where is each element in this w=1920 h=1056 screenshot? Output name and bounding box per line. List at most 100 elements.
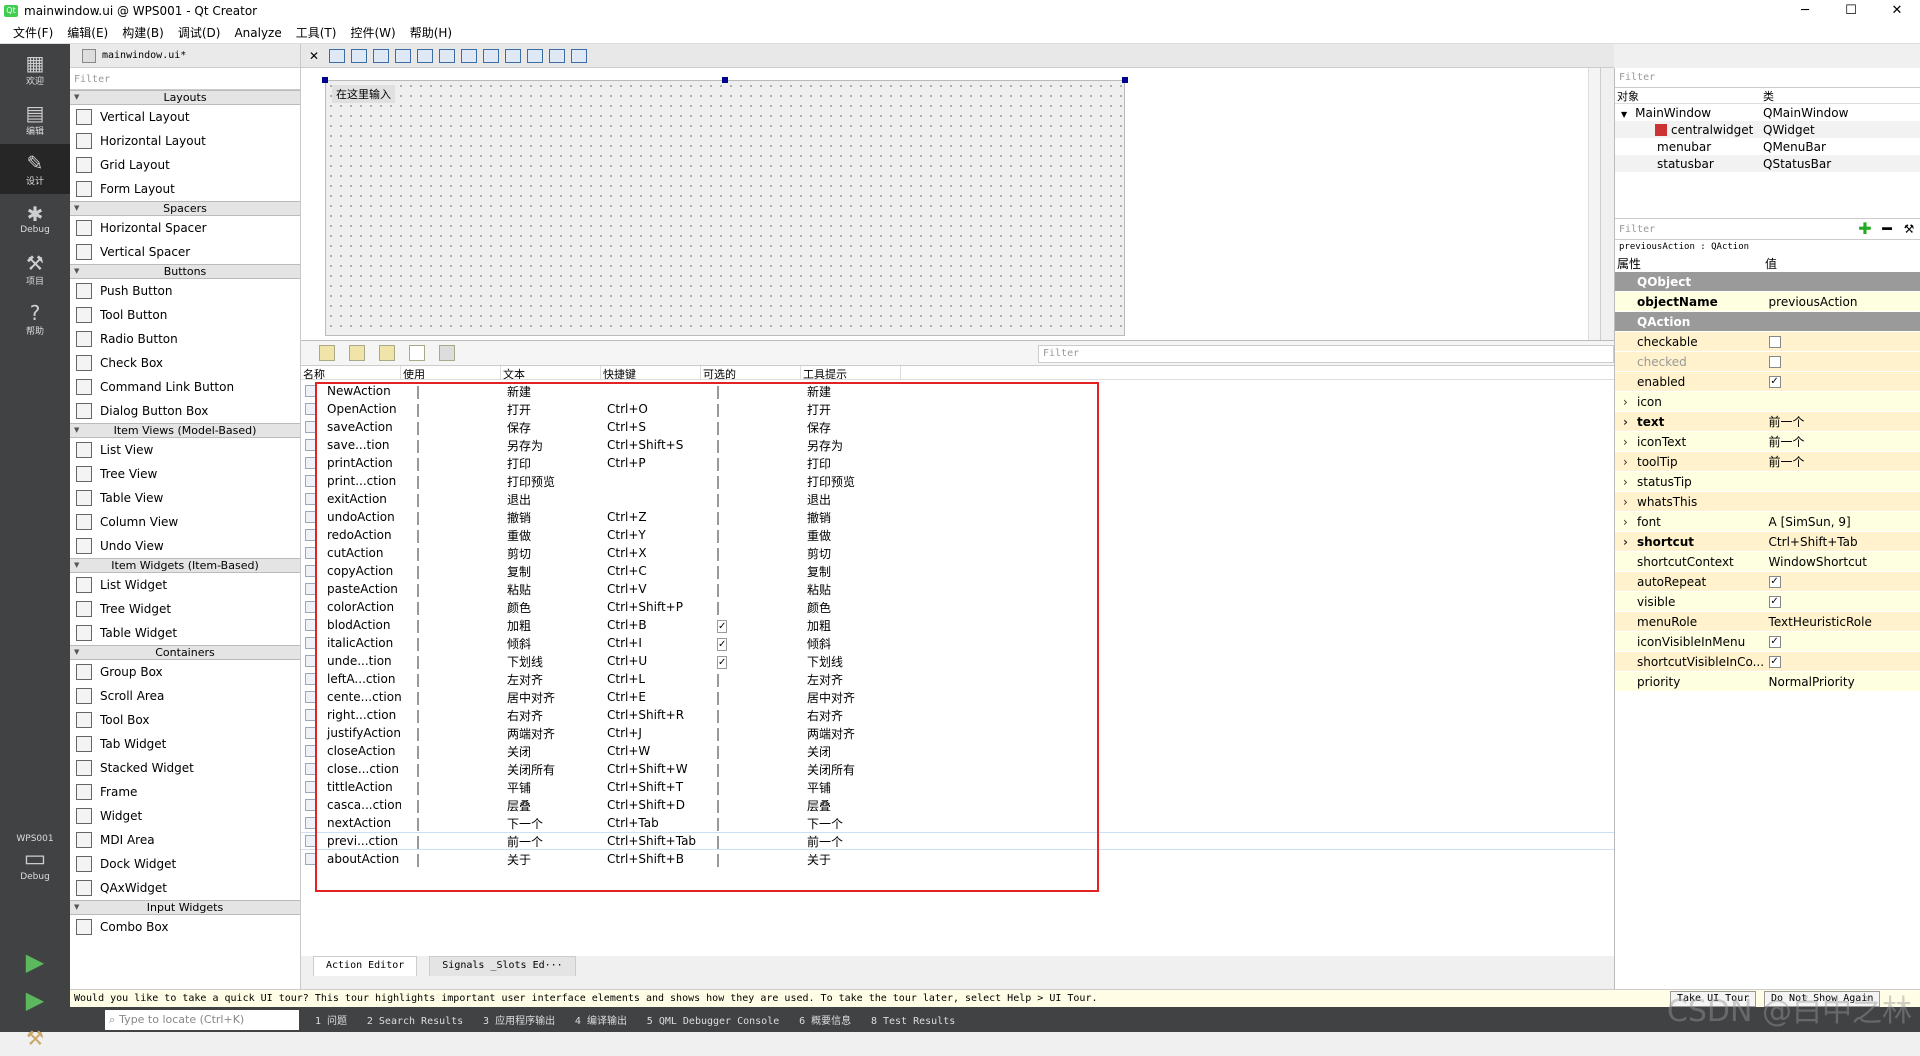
paste-action-icon[interactable] (379, 345, 395, 361)
column-header[interactable]: 文本 (501, 366, 601, 379)
object-row[interactable]: ▼MainWindow QMainWindow (1615, 104, 1920, 121)
property-value[interactable]: A [SimSun, 9] (1765, 515, 1920, 529)
layout-splitter-h-icon[interactable] (461, 49, 477, 63)
column-header[interactable]: 属性 (1615, 255, 1765, 272)
locator-input[interactable]: ⌕ Type to locate (Ctrl+K) (105, 1010, 299, 1030)
widget-item[interactable]: Stacked Widget (70, 756, 300, 780)
property-checkbox[interactable]: ✓ (1769, 576, 1781, 588)
widget-item[interactable]: Vertical Layout (70, 105, 300, 129)
property-row[interactable]: checked (1615, 352, 1920, 372)
edit-widgets-icon[interactable] (329, 49, 345, 63)
widget-category[interactable]: Buttons (70, 264, 300, 279)
collapse-icon[interactable]: ▼ (1621, 110, 1627, 119)
property-row[interactable]: shortcutContextWindowShortcut (1615, 552, 1920, 572)
configure-icon[interactable] (439, 345, 455, 361)
selection-handle[interactable] (1122, 77, 1128, 83)
pane-test-results[interactable]: 8 Test Results (871, 1016, 955, 1027)
selection-handle[interactable] (722, 77, 728, 83)
property-row[interactable]: shortcutCtrl+Shift+Tab (1615, 532, 1920, 552)
widget-item[interactable]: Tree Widget (70, 597, 300, 621)
widget-item[interactable]: Dock Widget (70, 852, 300, 876)
configure-icon[interactable]: ⚒ (1901, 221, 1917, 237)
property-row[interactable]: enabled✓ (1615, 372, 1920, 392)
widget-item[interactable]: Radio Button (70, 327, 300, 351)
widget-item[interactable]: Scroll Area (70, 684, 300, 708)
debug-run-button[interactable]: ▶ (0, 982, 70, 1018)
widget-category[interactable]: Spacers (70, 201, 300, 216)
property-value[interactable]: WindowShortcut (1765, 555, 1920, 569)
form-canvas[interactable]: 在这里输入 (301, 68, 1601, 340)
file-tab[interactable]: mainwindow.ui* (102, 50, 186, 61)
widget-item[interactable]: Dialog Button Box (70, 399, 300, 423)
column-header[interactable]: 类 (1763, 88, 1913, 103)
layout-splitter-v-icon[interactable] (483, 49, 499, 63)
property-row[interactable]: priorityNormalPriority (1615, 672, 1920, 692)
property-row[interactable]: whatsThis (1615, 492, 1920, 512)
property-value[interactable]: 前一个 (1765, 413, 1920, 430)
object-row[interactable]: centralwidget QWidget (1615, 121, 1920, 138)
property-value[interactable]: previousAction (1765, 295, 1920, 309)
widget-item[interactable]: MDI Area (70, 828, 300, 852)
menu-help[interactable]: 帮助(H) (403, 24, 459, 41)
widget-item[interactable]: Group Box (70, 660, 300, 684)
property-row[interactable]: QAction (1615, 312, 1920, 332)
mode-design[interactable]: ✎设计 (0, 144, 70, 194)
property-row[interactable]: toolTip前一个 (1615, 452, 1920, 472)
widget-item[interactable]: Frame (70, 780, 300, 804)
column-header[interactable]: 名称 (301, 366, 401, 379)
property-row[interactable]: fontA [SimSun, 9] (1615, 512, 1920, 532)
copy-action-icon[interactable] (349, 345, 365, 361)
remove-property-icon[interactable]: ━ (1879, 221, 1895, 237)
property-checkbox[interactable] (1769, 336, 1781, 348)
adjust-size-icon[interactable] (571, 49, 587, 63)
widget-item[interactable]: Table View (70, 486, 300, 510)
property-value[interactable]: 前一个 (1765, 453, 1920, 470)
property-row[interactable]: text前一个 (1615, 412, 1920, 432)
property-row[interactable]: iconText前一个 (1615, 432, 1920, 452)
maximize-icon[interactable]: ☐ (1828, 0, 1874, 22)
edit-signals-icon[interactable] (351, 49, 367, 63)
property-row[interactable]: QObject (1615, 272, 1920, 292)
property-checkbox[interactable]: ✓ (1769, 376, 1781, 388)
column-header[interactable]: 工具提示 (801, 366, 901, 379)
property-checkbox[interactable]: ✓ (1769, 656, 1781, 668)
main-window-form[interactable]: 在这里输入 (325, 80, 1125, 336)
widget-item[interactable]: Command Link Button (70, 375, 300, 399)
column-header[interactable]: 值 (1765, 255, 1915, 272)
column-header[interactable]: 快捷键 (601, 366, 701, 379)
menu-controls[interactable]: 控件(W) (343, 24, 402, 41)
action-filter-input[interactable]: Filter (1038, 345, 1614, 363)
property-value[interactable]: NormalPriority (1765, 675, 1920, 689)
new-action-icon[interactable] (319, 345, 335, 361)
widget-item[interactable]: Horizontal Spacer (70, 216, 300, 240)
menu-debug[interactable]: 调试(D) (171, 24, 228, 41)
menu-edit[interactable]: 编辑(E) (60, 24, 115, 41)
pane-search-results[interactable]: 2 Search Results (367, 1016, 463, 1027)
property-row[interactable]: menuRoleTextHeuristicRole (1615, 612, 1920, 632)
menu-analyze[interactable]: Analyze (227, 26, 288, 40)
canvas-scrollbar[interactable] (1588, 68, 1600, 340)
property-checkbox[interactable]: ✓ (1769, 636, 1781, 648)
widget-item[interactable]: Combo Box (70, 915, 300, 939)
widget-item[interactable]: Grid Layout (70, 153, 300, 177)
add-property-icon[interactable]: ✚ (1857, 221, 1873, 237)
widget-item[interactable]: Tool Button (70, 303, 300, 327)
layout-grid-icon[interactable] (505, 49, 521, 63)
object-filter-input[interactable]: Filter (1615, 68, 1920, 88)
property-row[interactable]: statusTip (1615, 472, 1920, 492)
widget-item[interactable]: Undo View (70, 534, 300, 558)
property-value[interactable]: Ctrl+Shift+Tab (1765, 535, 1920, 549)
object-row[interactable]: statusbar QStatusBar (1615, 155, 1920, 172)
mode-grid[interactable]: ▦欢迎 (0, 44, 70, 94)
widget-item[interactable]: Form Layout (70, 177, 300, 201)
pane-qml-console[interactable]: 5 QML Debugger Console (647, 1016, 779, 1027)
property-filter-input[interactable]: Filter (1615, 224, 1854, 235)
mode-bug[interactable]: ✱Debug (0, 194, 70, 244)
widget-category[interactable]: Item Views (Model-Based) (70, 423, 300, 438)
layout-horizontal-icon[interactable] (417, 49, 433, 63)
selection-handle[interactable] (322, 77, 328, 83)
widget-item[interactable]: Vertical Spacer (70, 240, 300, 264)
column-header[interactable]: 可选的 (701, 366, 801, 379)
close-icon[interactable]: ✕ (1874, 0, 1920, 22)
widget-item[interactable]: Tool Box (70, 708, 300, 732)
